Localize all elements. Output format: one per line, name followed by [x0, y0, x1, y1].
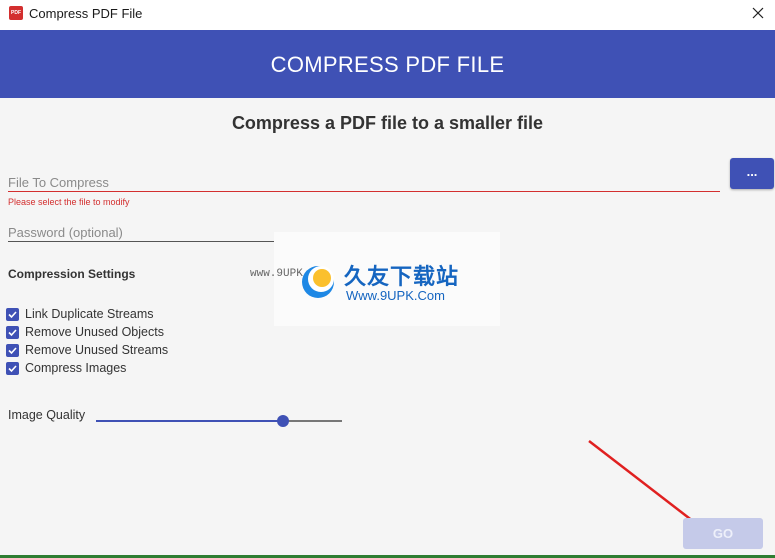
slider-track-filled	[96, 420, 283, 422]
watermark-logo-icon	[302, 266, 334, 298]
checkbox-remove-unused-objects[interactable]: Remove Unused Objects	[6, 324, 164, 340]
header-title: COMPRESS PDF FILE	[270, 52, 505, 77]
window-title: Compress PDF File	[29, 6, 143, 21]
checkbox-label: Link Duplicate Streams	[25, 307, 154, 321]
password-input[interactable]	[8, 218, 274, 242]
password-field[interactable]	[8, 218, 274, 243]
app-header: COMPRESS PDF FILE	[0, 30, 775, 98]
checkbox-checked-icon	[6, 361, 19, 375]
slider-track-remaining	[283, 420, 342, 422]
file-error-message: Please select the file to modify	[8, 197, 130, 207]
close-icon	[752, 7, 764, 19]
go-button[interactable]: GO	[683, 518, 763, 549]
checkbox-checked-icon	[6, 343, 19, 357]
file-to-compress-input[interactable]	[8, 168, 720, 192]
slider-thumb[interactable]	[277, 415, 289, 427]
compression-settings-title: Compression Settings	[8, 267, 136, 281]
browse-file-button[interactable]: ...	[730, 158, 774, 189]
window-titlebar: PDF Compress PDF File	[0, 0, 775, 30]
watermark-chinese-text: 久友下载站	[344, 264, 460, 289]
checkbox-label: Remove Unused Streams	[25, 343, 169, 357]
checkbox-checked-icon	[6, 307, 19, 321]
checkbox-remove-unused-streams[interactable]: Remove Unused Streams	[6, 342, 168, 358]
image-quality-slider[interactable]	[96, 412, 342, 430]
file-to-compress-field[interactable]	[8, 168, 720, 193]
close-window-button[interactable]	[744, 2, 772, 26]
pdf-app-icon: PDF	[9, 6, 23, 20]
checkbox-label: Compress Images	[25, 361, 127, 375]
image-quality-label: Image Quality	[8, 408, 86, 422]
watermark-domain: Www.9UPK.Com	[346, 288, 445, 303]
checkbox-link-duplicate-streams[interactable]: Link Duplicate Streams	[6, 306, 154, 322]
checkbox-label: Remove Unused Objects	[25, 325, 164, 339]
checkbox-checked-icon	[6, 325, 19, 339]
page-subtitle: Compress a PDF file to a smaller file	[231, 113, 544, 133]
checkbox-compress-images[interactable]: Compress Images	[6, 360, 126, 376]
